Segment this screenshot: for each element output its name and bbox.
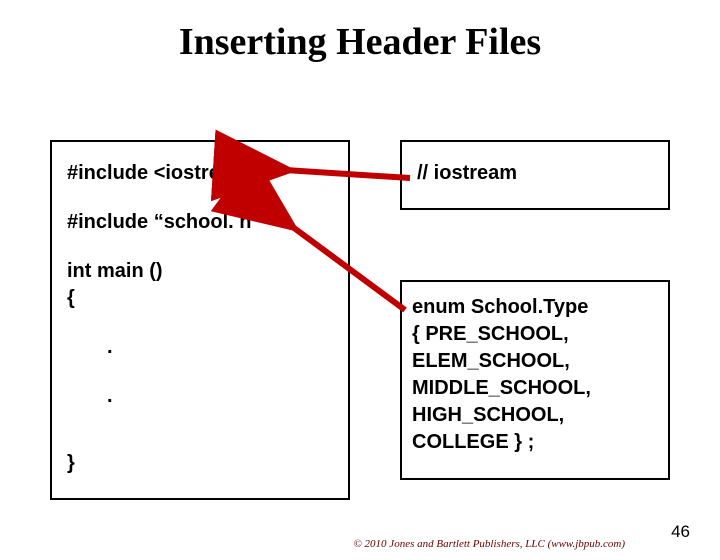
slide-number: 46 [671,522,690,542]
code-line-enum-decl: enum School.Type [412,294,658,321]
code-line-enum-val: MIDDLE_SCHOOL, [412,375,658,402]
code-line-iostream-comment: // iostream [417,160,653,187]
code-line-main-decl: int main () [67,258,333,285]
slide-title: Inserting Header Files [0,20,720,64]
code-line-open-brace: { [67,285,333,312]
iostream-header-box: // iostream [400,140,670,210]
school-header-box: enum School.Type { PRE_SCHOOL, ELEM_SCHO… [400,280,670,480]
code-line-dot: . [67,383,333,410]
code-line-enum-val: COLLEGE } ; [412,429,658,456]
source-code-box: #include <iostream> #include “school. h”… [50,140,350,500]
code-line-include-iostream: #include <iostream> [67,160,333,187]
code-line-enum-val: HIGH_SCHOOL, [412,402,658,429]
code-line-close-brace: } [67,450,333,477]
code-line-include-school: #include “school. h” [67,209,333,236]
code-line-enum-val: { PRE_SCHOOL, [412,321,658,348]
code-line-enum-val: ELEM_SCHOOL, [412,348,658,375]
code-line-dot: . [67,334,333,361]
